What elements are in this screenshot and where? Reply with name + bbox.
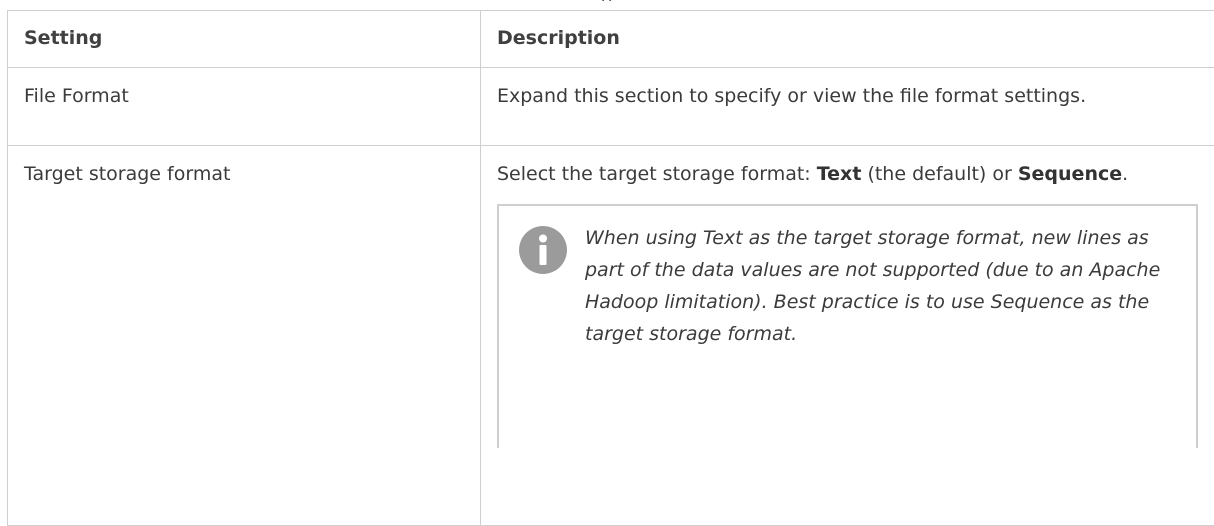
setting-name: Target storage format [8,146,481,526]
header-description: Description [481,11,1214,68]
setting-description: Select the target storage format: Text (… [497,159,1198,189]
description-suffix: . [1122,163,1128,185]
description-prefix: Select the target storage format: [497,163,817,185]
table-row: File Format Expand this section to speci… [8,68,1214,146]
option-sequence: Sequence [1018,163,1122,185]
table-caption-fragment: g [0,0,1214,1]
setting-name: File Format [8,68,481,146]
table-header-row: Setting Description [8,11,1214,68]
setting-description: Expand this section to specify or view t… [481,68,1214,146]
note-box: When using Text as the target storage fo… [497,204,1198,448]
settings-table: Setting Description File Format Expand t… [7,10,1214,526]
info-icon [519,226,567,274]
option-text: Text [817,163,862,185]
description-middle: (the default) or [861,163,1017,185]
header-setting: Setting [8,11,481,68]
setting-description-cell: Select the target storage format: Text (… [481,146,1214,526]
note-text: When using Text as the target storage fo… [585,222,1180,350]
table-row: Target storage format Select the target … [8,146,1214,526]
